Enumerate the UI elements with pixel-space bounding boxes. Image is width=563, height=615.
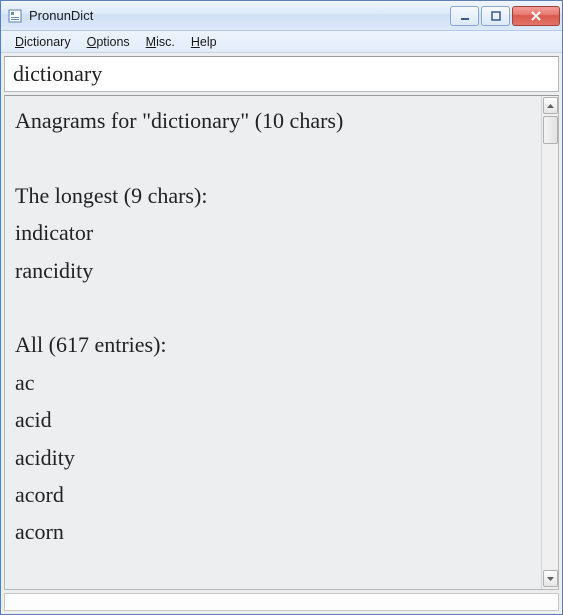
maximize-button[interactable]: [481, 6, 510, 26]
close-button[interactable]: [512, 6, 560, 26]
list-item: acorn: [15, 513, 531, 550]
window-controls: [450, 6, 560, 26]
app-icon: [7, 8, 23, 24]
menubar: Dictionary Options Misc. Help: [1, 31, 562, 53]
scrollbar[interactable]: [541, 96, 558, 589]
results-content[interactable]: Anagrams for "dictionary" (10 chars) The…: [5, 96, 541, 589]
menu-misc[interactable]: Misc.: [138, 33, 183, 51]
all-heading: All (617 entries):: [15, 326, 531, 363]
list-item: acord: [15, 476, 531, 513]
list-item: rancidity: [15, 252, 531, 289]
scroll-thumb[interactable]: [543, 116, 558, 144]
list-item: indicator: [15, 214, 531, 251]
scroll-down-button[interactable]: [543, 570, 558, 587]
titlebar[interactable]: PronunDict: [1, 1, 562, 31]
list-item: acid: [15, 401, 531, 438]
window-title: PronunDict: [29, 8, 450, 23]
results-heading: Anagrams for "dictionary" (10 chars): [15, 102, 531, 139]
main-window: PronunDict Dictionary Options Misc. Help…: [0, 0, 563, 615]
menu-help[interactable]: Help: [183, 33, 225, 51]
minimize-button[interactable]: [450, 6, 479, 26]
results-panel: Anagrams for "dictionary" (10 chars) The…: [4, 95, 559, 590]
client-area: Anagrams for "dictionary" (10 chars) The…: [1, 53, 562, 614]
longest-heading: The longest (9 chars):: [15, 177, 531, 214]
list-item: ac: [15, 364, 531, 401]
menu-options[interactable]: Options: [79, 33, 138, 51]
list-item: acidity: [15, 439, 531, 476]
statusbar: [4, 593, 559, 611]
search-input[interactable]: [4, 56, 559, 92]
scroll-up-button[interactable]: [543, 97, 558, 114]
menu-dictionary[interactable]: Dictionary: [7, 33, 79, 51]
